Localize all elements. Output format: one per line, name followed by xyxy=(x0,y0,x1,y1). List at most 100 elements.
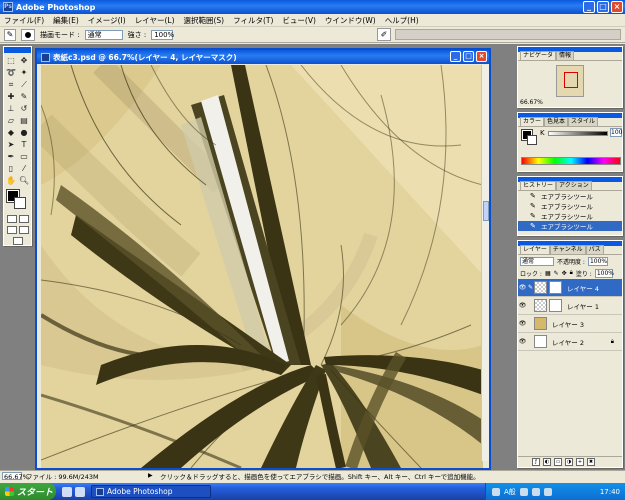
status-menu-arrow-icon[interactable]: ▶ xyxy=(148,472,156,479)
k-slider[interactable] xyxy=(548,131,608,136)
start-button[interactable]: スタート xyxy=(0,483,56,500)
adjustment-layer-icon[interactable]: ◑ xyxy=(565,458,573,466)
type-tool-icon[interactable]: T xyxy=(18,139,30,150)
visibility-eye-icon[interactable]: 👁︎ xyxy=(518,338,527,345)
airbrush-tool-icon[interactable]: ✎ xyxy=(4,28,16,41)
image-canvas[interactable] xyxy=(41,65,483,468)
menu-help[interactable]: ヘルプ(H) xyxy=(385,15,419,26)
jump-to-imageready-icon[interactable] xyxy=(12,237,23,245)
crop-tool-icon[interactable]: ⌗ xyxy=(5,79,17,90)
tab-layers[interactable]: レイヤー xyxy=(520,245,550,254)
tray-icon[interactable] xyxy=(519,487,528,496)
blur-tool-icon[interactable]: ◆ xyxy=(5,127,17,138)
healing-brush-tool-icon[interactable]: ✚ xyxy=(5,91,17,102)
menu-filter[interactable]: フィルタ(T) xyxy=(233,15,273,26)
screen-mode-standard-icon[interactable] xyxy=(6,226,17,234)
menu-edit[interactable]: 編集(E) xyxy=(53,15,79,26)
magic-wand-tool-icon[interactable]: ✦ xyxy=(18,67,30,78)
close-button[interactable]: × xyxy=(611,1,623,13)
layer-row[interactable]: 👁︎ レイヤー 3 xyxy=(518,315,622,333)
visibility-eye-icon[interactable]: 👁︎ xyxy=(518,284,527,291)
eyedropper-tool-icon[interactable]: ⁄ xyxy=(18,163,30,174)
layer-style-icon[interactable]: ƒ xyxy=(532,458,540,466)
k-value-field[interactable]: 100 xyxy=(610,128,622,137)
brush-tool-icon[interactable]: ✎ xyxy=(18,91,30,102)
tray-icon[interactable] xyxy=(492,487,500,496)
vertical-scrollbar[interactable] xyxy=(481,65,489,461)
stamp-tool-icon[interactable]: ⊥ xyxy=(5,103,17,114)
gradient-tool-icon[interactable]: ▤ xyxy=(18,115,30,126)
palette-well[interactable] xyxy=(395,29,621,40)
layer-mask-thumbnail[interactable] xyxy=(549,299,562,312)
layer-row[interactable]: 👁︎ レイヤー 1 xyxy=(518,297,622,315)
mode-select[interactable]: 通常 xyxy=(84,29,123,40)
menu-view[interactable]: ビュー(V) xyxy=(282,15,315,26)
lock-transparency-icon[interactable]: ▦ xyxy=(545,270,551,277)
ime-indicator[interactable]: A般 xyxy=(504,487,516,497)
tray-icon[interactable] xyxy=(543,487,552,496)
navigator-zoom[interactable]: 66.67% xyxy=(520,99,543,106)
slice-tool-icon[interactable]: ⟋ xyxy=(18,79,30,90)
brush-preset-picker[interactable] xyxy=(21,28,35,41)
path-select-tool-icon[interactable]: ➤ xyxy=(5,139,17,150)
lasso-tool-icon[interactable]: ➰ xyxy=(5,67,17,78)
status-zoom-field[interactable]: 66.67% xyxy=(2,471,29,481)
quick-mask-mode-icon[interactable] xyxy=(18,215,29,223)
tab-styles[interactable]: スタイル xyxy=(568,117,599,126)
tab-color[interactable]: カラー xyxy=(520,117,545,126)
minimize-button[interactable]: _ xyxy=(583,1,595,13)
quick-launch-icon[interactable] xyxy=(75,486,85,497)
marquee-tool-icon[interactable]: ⬚ xyxy=(5,55,17,66)
history-item[interactable]: ✎ エアブラシツール xyxy=(518,201,622,211)
hand-tool-icon[interactable]: ✋ xyxy=(5,175,17,186)
menu-image[interactable]: イメージ(I) xyxy=(88,15,126,26)
document-close-button[interactable]: × xyxy=(476,51,487,62)
tab-navigator[interactable]: ナビゲータ xyxy=(520,51,557,60)
palette-background-swatch[interactable] xyxy=(527,135,537,145)
zoom-tool-icon[interactable]: 🔍︎ xyxy=(18,175,30,186)
strength-select[interactable]: 100% xyxy=(151,29,174,40)
visibility-eye-icon[interactable]: 👁︎ xyxy=(518,302,527,309)
standard-mode-icon[interactable] xyxy=(6,215,17,223)
move-tool-icon[interactable]: ✥ xyxy=(18,55,30,66)
history-item[interactable]: ✎ エアブラシツール xyxy=(518,191,622,201)
lock-position-icon[interactable]: ✥ xyxy=(562,270,567,277)
layer-mask-thumbnail[interactable] xyxy=(549,281,562,294)
dodge-tool-icon[interactable]: ● xyxy=(18,127,30,138)
taskbar-item-photoshop[interactable]: Adobe Photoshop xyxy=(91,485,211,498)
tab-history[interactable]: ヒストリー xyxy=(520,181,557,190)
document-title-bar[interactable]: 表紙c3.psd @ 66.7%(レイヤー 4, レイヤーマスク) _ □ × xyxy=(37,50,489,64)
maximize-button[interactable]: □ xyxy=(597,1,609,13)
visibility-eye-icon[interactable]: 👁︎ xyxy=(518,320,527,327)
scrollbar-thumb[interactable] xyxy=(483,201,489,221)
blend-mode-select[interactable]: 通常 xyxy=(520,256,554,266)
layer-set-icon[interactable]: ▭ xyxy=(554,458,562,466)
history-item-current[interactable]: ✎ エアブラシツール xyxy=(518,221,622,231)
tab-paths[interactable]: パス xyxy=(585,245,604,254)
background-color-swatch[interactable] xyxy=(14,197,26,209)
trash-icon[interactable]: ✖ xyxy=(587,458,595,466)
tab-actions[interactable]: アクション xyxy=(556,181,592,190)
pen-tool-icon[interactable]: ✒ xyxy=(5,151,17,162)
tab-swatches[interactable]: 色見本 xyxy=(544,117,569,126)
document-minimize-button[interactable]: _ xyxy=(450,51,461,62)
navigator-thumbnail[interactable] xyxy=(556,65,584,97)
add-mask-icon[interactable]: ◐ xyxy=(543,458,551,466)
layer-row[interactable]: 👁︎ レイヤー 2 🔒︎ xyxy=(518,333,622,351)
history-brush-tool-icon[interactable]: ↺ xyxy=(18,103,30,114)
airbrush-toggle-icon[interactable]: ✐ xyxy=(377,28,391,41)
tab-channels[interactable]: チャンネル xyxy=(549,245,586,254)
menu-window[interactable]: ウインドウ(W) xyxy=(325,15,376,26)
tray-icon[interactable] xyxy=(531,487,540,496)
shape-tool-icon[interactable]: ▭ xyxy=(18,151,30,162)
menu-layer[interactable]: レイヤー(L) xyxy=(135,15,175,26)
tab-info[interactable]: 情報 xyxy=(556,51,575,60)
fill-field[interactable]: 100% xyxy=(594,268,614,278)
layer-row[interactable]: 👁︎ ✎ レイヤー 4 xyxy=(518,279,622,297)
color-spectrum[interactable] xyxy=(521,157,621,165)
lock-all-icon[interactable]: 🔒︎ xyxy=(570,269,573,277)
quick-launch-icon[interactable] xyxy=(62,486,72,497)
menu-file[interactable]: ファイル(F) xyxy=(4,15,44,26)
menu-select[interactable]: 選択範囲(S) xyxy=(184,15,225,26)
lock-image-icon[interactable]: ✎ xyxy=(554,270,559,277)
